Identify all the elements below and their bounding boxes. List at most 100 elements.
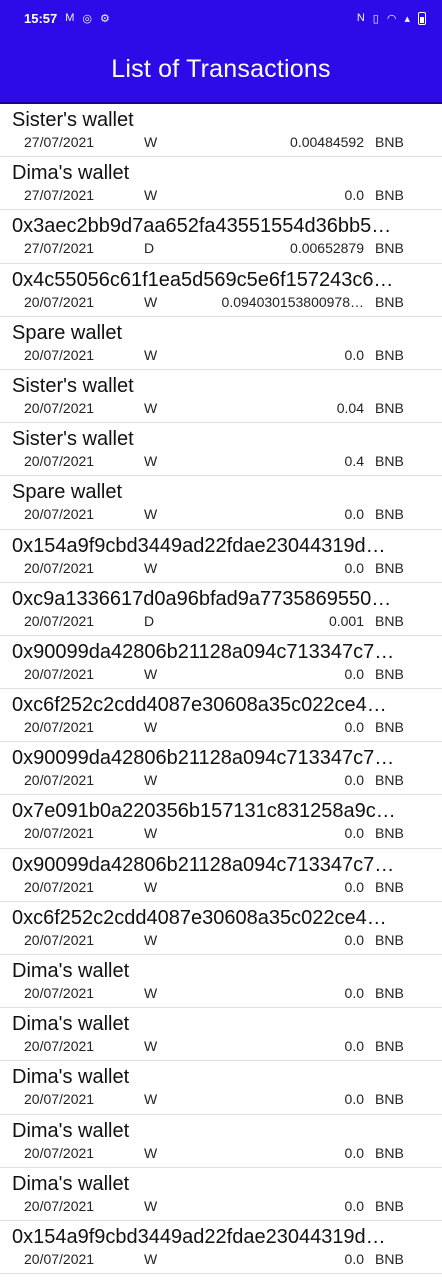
- transaction-unit: BNB: [375, 719, 404, 736]
- transaction-row[interactable]: Dima's wallet 20/07/2021 W 0.0 BNB: [0, 1115, 442, 1168]
- transaction-row[interactable]: Dima's wallet 20/07/2021 W 0.0 BNB: [0, 1168, 442, 1221]
- transaction-meta: 27/07/2021 D 0.00652879 BNB: [12, 239, 434, 257]
- transaction-name: 0x154a9f9cbd3449ad22fdae23044319d…: [12, 534, 386, 557]
- transaction-row[interactable]: 0x90099da42806b21128a094c713347c7… 20/07/…: [0, 849, 442, 902]
- transaction-date: 20/07/2021: [24, 825, 95, 842]
- transaction-meta: 20/07/2021 W 0.0 BNB: [12, 346, 434, 364]
- transaction-type: W: [144, 719, 158, 736]
- transaction-name: Sister's wallet: [12, 428, 134, 451]
- transaction-row[interactable]: Dima's wallet 20/07/2021 W 0.0 BNB: [0, 955, 442, 1009]
- transaction-unit: BNB: [375, 665, 404, 682]
- transaction-row[interactable]: Sister's wallet 20/07/2021 W 0.04 BNB: [0, 370, 442, 424]
- transaction-row[interactable]: Sister's wallet 20/07/2021 W 0.4 BNB: [0, 423, 442, 477]
- transaction-row[interactable]: 0x3aec2bb9d7aa652fa43551554d36bb5… 27/07/…: [0, 210, 442, 264]
- transaction-meta: 20/07/2021 W 0.094030153800978… BNB: [12, 293, 434, 311]
- transaction-name: Sister's wallet: [12, 109, 134, 131]
- transaction-name: 0xc6f252c2cdd4087e30608a35c022ce4…: [12, 694, 387, 717]
- transaction-date: 20/07/2021: [24, 1091, 95, 1108]
- transaction-amount: 0.0: [344, 772, 364, 789]
- transaction-row[interactable]: Sister's wallet 27/07/2021 W 0.00484592 BNB: [0, 104, 442, 158]
- transaction-type: W: [144, 772, 158, 789]
- wifi-icon: ◠: [386, 12, 397, 25]
- transaction-amount: 0.094030153800978…: [221, 293, 364, 310]
- transaction-unit: BNB: [375, 559, 404, 576]
- transaction-meta: 20/07/2021 W 0.0 BNB: [12, 559, 434, 577]
- transaction-amount: 0.0: [344, 1197, 364, 1214]
- transaction-list: Sister's wallet 27/07/2021 W 0.00484592 BNB D…: [0, 104, 442, 1275]
- status-right: N ▯ ◠ ▴: [356, 11, 426, 25]
- transaction-amount: 0.4: [344, 453, 364, 470]
- transaction-date: 20/07/2021: [24, 719, 95, 736]
- transaction-unit: BNB: [375, 240, 404, 257]
- transaction-meta: 20/07/2021 W 0.0 BNB: [12, 1144, 434, 1162]
- transaction-row[interactable]: 0xc6f252c2cdd4087e30608a35c022ce4… 20/07/…: [0, 902, 442, 955]
- transaction-row[interactable]: 0x90099da42806b21128a094c713347c7… 20/07/…: [0, 742, 442, 796]
- transaction-row[interactable]: 0x154a9f9cbd3449ad22fdae23044319d… 20/07/…: [0, 1221, 442, 1275]
- transaction-row[interactable]: 0x4c55056c61f1ea5d569c5e6f157243c6… 20/07…: [0, 264, 442, 317]
- transaction-name: 0x3aec2bb9d7aa652fa43551554d36bb5…: [12, 215, 392, 238]
- transaction-amount: 0.0: [344, 665, 364, 682]
- transaction-meta: 20/07/2021 W 0.0 BNB: [12, 1250, 434, 1268]
- transaction-row[interactable]: Spare wallet 20/07/2021 W 0.0 BNB: [0, 476, 442, 530]
- transaction-amount: 0.0: [344, 931, 364, 948]
- transaction-date: 20/07/2021: [24, 772, 95, 789]
- transaction-amount: 0.0: [344, 878, 364, 895]
- transaction-row[interactable]: 0xc9a1336617d0a96bfad9a7735869550… 20/07/…: [0, 583, 442, 636]
- transaction-row[interactable]: 0xc6f252c2cdd4087e30608a35c022ce4… 20/07/…: [0, 689, 442, 743]
- status-bar: 15:57 M ◎ ⚙ N ▯ ◠ ▴: [0, 0, 442, 36]
- transaction-name: 0xc6f252c2cdd4087e30608a35c022ce4…: [12, 906, 387, 929]
- transaction-date: 20/07/2021: [24, 559, 95, 576]
- transaction-amount: 0.0: [344, 985, 364, 1001]
- whatsapp-icon: ◎: [82, 12, 93, 25]
- transaction-name: 0x90099da42806b21128a094c713347c7…: [12, 747, 395, 770]
- transaction-meta: 20/07/2021 W 0.4 BNB: [12, 452, 434, 470]
- transaction-meta: 20/07/2021 D 0.001 BNB: [12, 612, 434, 630]
- transaction-type: W: [144, 1197, 158, 1214]
- transaction-unit: BNB: [375, 399, 404, 416]
- transaction-date: 20/07/2021: [24, 931, 95, 948]
- transaction-type: W: [144, 399, 158, 416]
- transaction-name: 0x154a9f9cbd3449ad22fdae23044319d…: [12, 1225, 386, 1248]
- transaction-unit: BNB: [375, 293, 404, 310]
- transaction-meta: 20/07/2021 W 0.0 BNB: [12, 878, 434, 896]
- transaction-row[interactable]: Dima's wallet 20/07/2021 W 0.0 BNB: [0, 1061, 442, 1115]
- transaction-meta: 20/07/2021 W 0.0 BNB: [12, 984, 434, 1002]
- transaction-date: 27/07/2021: [24, 240, 95, 257]
- transaction-row[interactable]: 0x90099da42806b21128a094c713347c7… 20/07/…: [0, 636, 442, 690]
- transaction-type: W: [144, 1144, 158, 1161]
- transaction-unit: BNB: [375, 1091, 404, 1108]
- transaction-amount: 0.0: [344, 1038, 364, 1055]
- transaction-name: 0x7e091b0a220356b157131c831258a9c…: [12, 800, 396, 823]
- transaction-amount: 0.001: [328, 612, 364, 629]
- transaction-type: W: [144, 985, 158, 1001]
- transaction-name: Spare wallet: [12, 481, 123, 504]
- transaction-amount: 0.0: [344, 1250, 364, 1267]
- transaction-meta: 20/07/2021 W 0.0 BNB: [12, 665, 434, 683]
- transaction-row[interactable]: Spare wallet 20/07/2021 W 0.0 BNB: [0, 317, 442, 370]
- transaction-unit: BNB: [375, 772, 404, 789]
- transaction-name: Sister's wallet: [12, 374, 134, 397]
- transaction-row[interactable]: Dima's wallet 27/07/2021 W 0.0 BNB: [0, 157, 442, 211]
- transaction-row[interactable]: 0x154a9f9cbd3449ad22fdae23044319d… 20/07/…: [0, 530, 442, 583]
- transaction-date: 27/07/2021: [24, 187, 95, 204]
- transaction-date: 20/07/2021: [24, 506, 95, 523]
- transaction-amount: 0.00484592: [290, 134, 364, 150]
- transaction-meta: 20/07/2021 W 0.0 BNB: [12, 505, 434, 523]
- transaction-row[interactable]: Dima's wallet 20/07/2021 W 0.0 BNB: [0, 1008, 442, 1062]
- nfc-icon: N: [356, 12, 365, 24]
- transaction-type: W: [144, 134, 158, 150]
- transaction-name: Dima's wallet: [12, 1119, 130, 1142]
- transaction-unit: BNB: [375, 1038, 404, 1055]
- transaction-unit: BNB: [375, 453, 404, 470]
- transaction-unit: BNB: [375, 346, 404, 363]
- transaction-date: 20/07/2021: [24, 1038, 95, 1055]
- transaction-meta: 20/07/2021 W 0.04 BNB: [12, 399, 434, 417]
- transaction-meta: 27/07/2021 W 0.00484592 BNB: [12, 133, 434, 151]
- transaction-row[interactable]: 0x7e091b0a220356b157131c831258a9c… 20/07/…: [0, 795, 442, 849]
- transaction-name: Spare wallet: [12, 321, 123, 344]
- transaction-unit: BNB: [375, 1250, 404, 1267]
- transaction-name: Dima's wallet: [12, 162, 130, 185]
- signal-icon: ▴: [404, 12, 410, 25]
- transaction-type: W: [144, 665, 158, 682]
- transaction-meta: 20/07/2021 W 0.0 BNB: [12, 1090, 434, 1108]
